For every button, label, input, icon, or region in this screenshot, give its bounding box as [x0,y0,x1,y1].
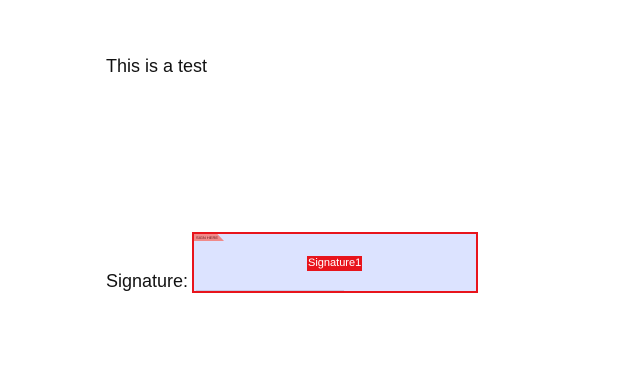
signature-field-name: Signature1 [307,256,363,271]
signature-field-tag-text: SIGN HERE [196,235,219,240]
document-page: This is a test Signature: SIGN HERE Sign… [0,0,623,388]
signature-field-tag: SIGN HERE [194,234,224,241]
signature-label: Signature: [106,271,189,291]
body-text: This is a test [106,56,208,76]
signature-field[interactable]: SIGN HERE Signature1 [192,232,478,293]
